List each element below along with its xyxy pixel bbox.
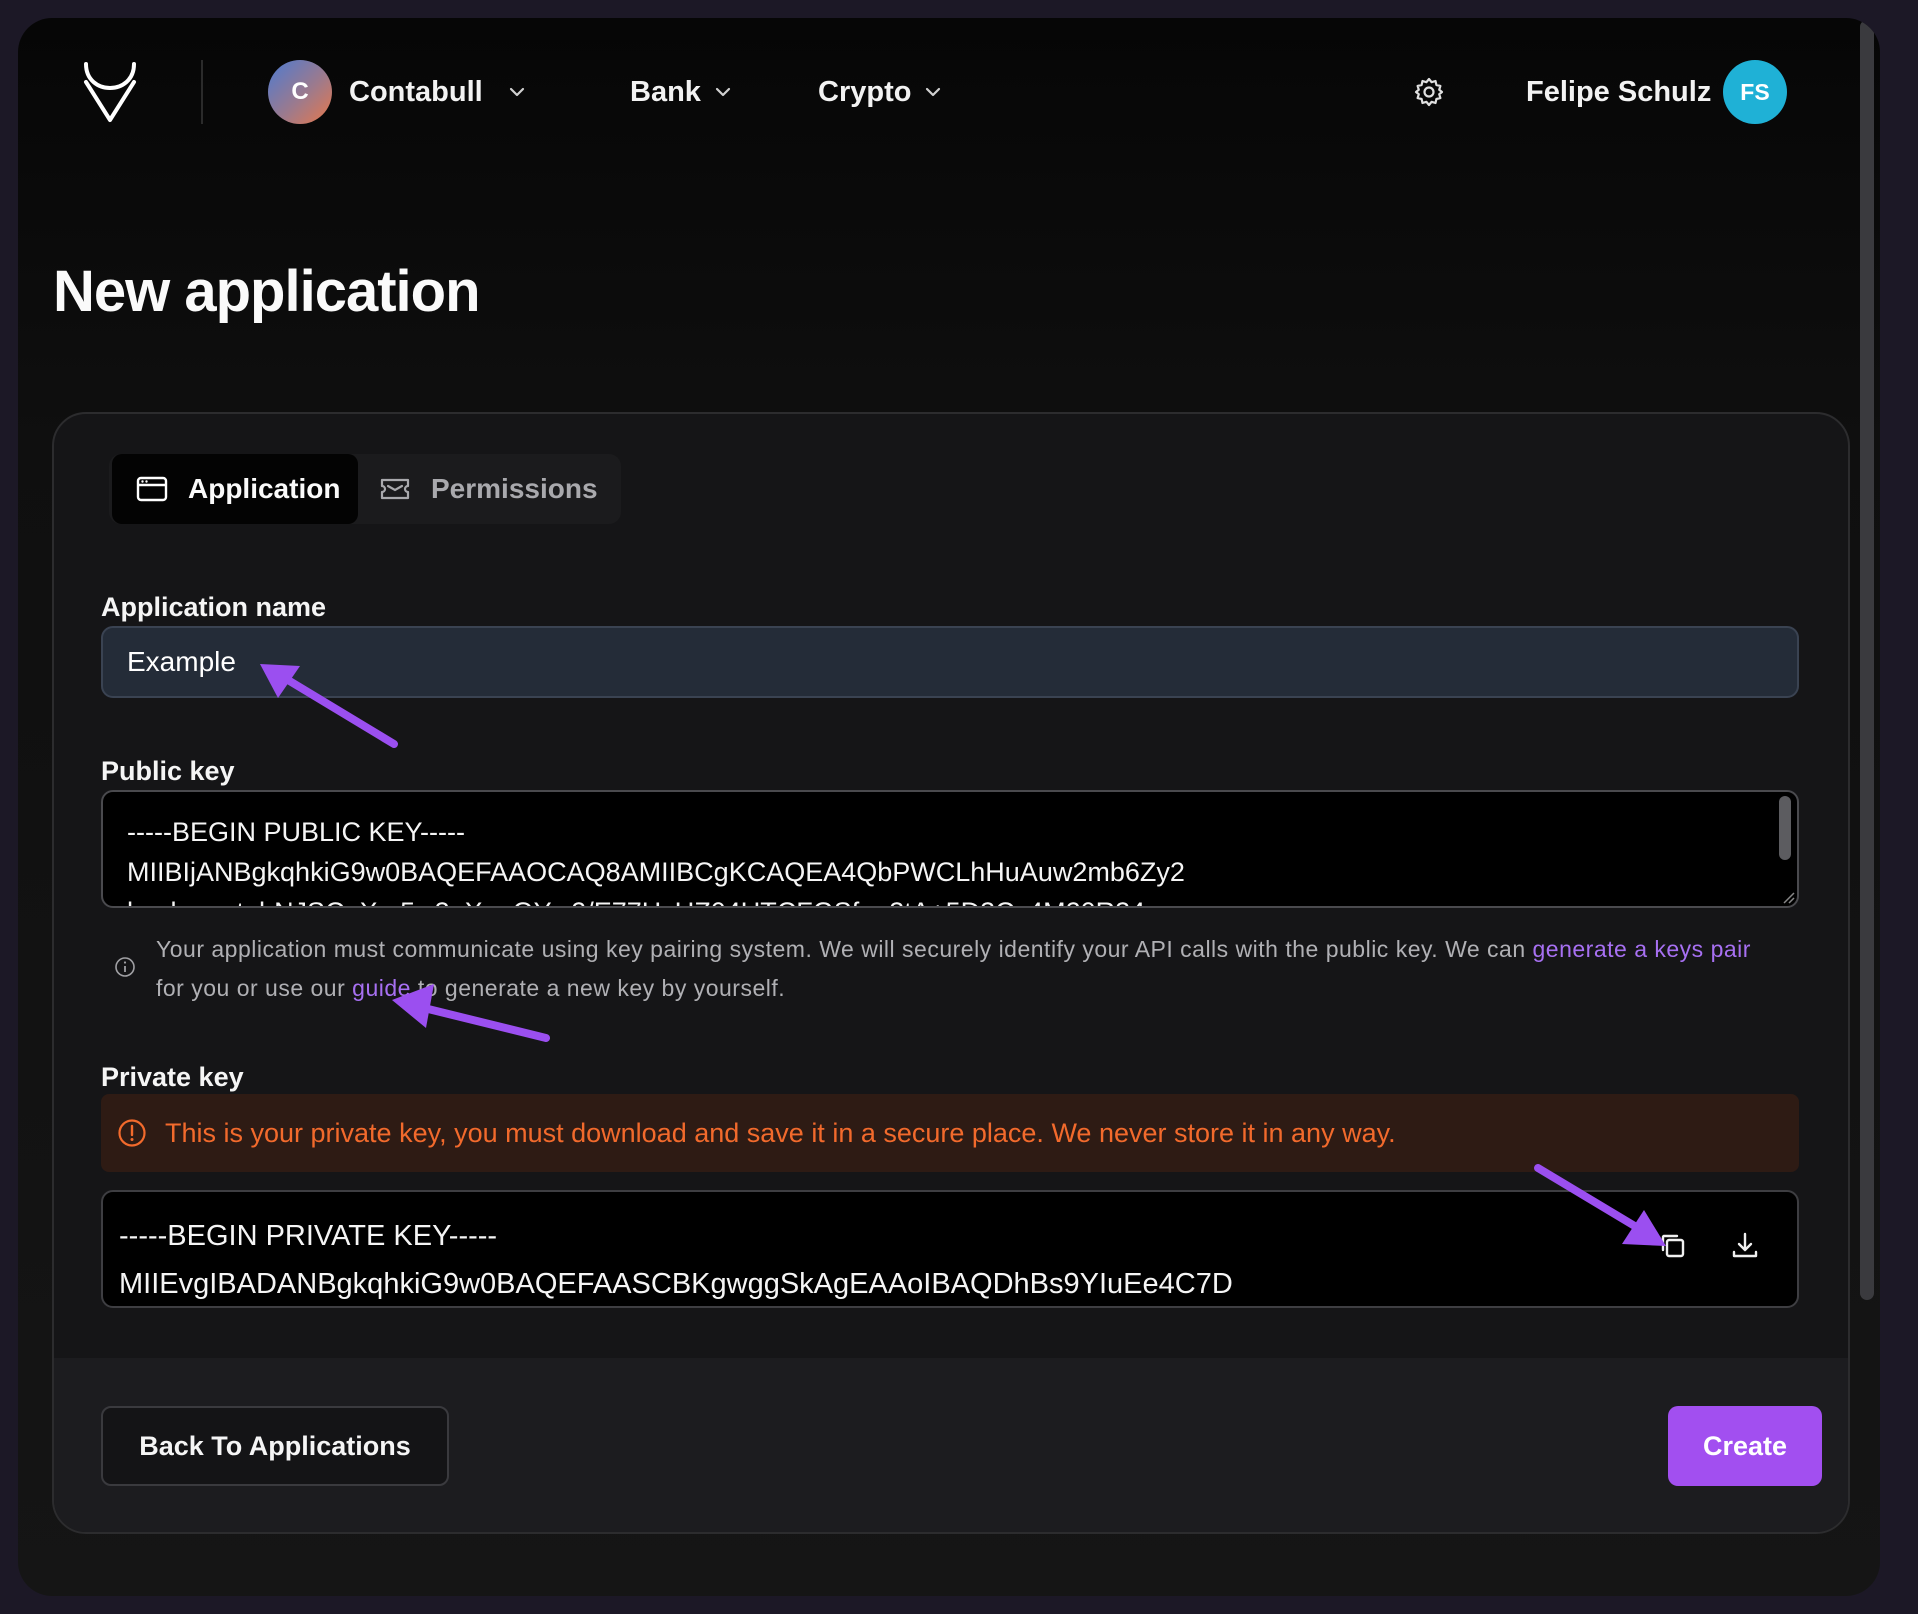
public-key-line: MIIBIjANBgkqhkiG9w0BAQEFAAOCAQ8AMIIBCgKC… [127,857,1185,887]
create-button[interactable]: Create [1668,1406,1822,1486]
back-to-applications-button[interactable]: Back To Applications [101,1406,449,1486]
private-key-line: MIIEvgIBADANBgkqhkiG9w0BAQEFAASCBKgwggSk… [119,1268,1233,1300]
user-initials: FS [1740,78,1770,105]
ticket-icon [380,478,410,500]
help-text-part: for you or use our [156,975,353,1001]
org-switcher[interactable]: Contabull [349,70,525,114]
chevron-down-icon [509,87,524,97]
resize-handle-icon[interactable] [1781,890,1795,904]
private-key-warning-text: This is your private key, you must downl… [165,1117,1396,1148]
private-key-label: Private key [101,1062,244,1092]
alert-circle-icon [118,1119,146,1147]
nav-menu-crypto-label: Crypto [818,75,912,108]
info-icon [115,957,135,977]
org-avatar-letter: C [291,78,309,105]
tab-application-label: Application [188,473,341,504]
chevron-down-icon [715,87,731,97]
annotation-arrow-icon [392,984,550,1042]
tab-bar: Application Permissions [109,454,621,524]
user-name[interactable]: Felipe Schulz [1526,70,1711,114]
annotation-arrow-icon [1534,1164,1666,1246]
top-nav: C Contabull Bank Crypto Felipe Schulz FS [18,18,1880,168]
public-key-scrollbar[interactable] [1779,796,1791,860]
app-frame: C Contabull Bank Crypto Felipe Schulz FS… [18,18,1880,1596]
user-avatar[interactable]: FS [1723,60,1787,124]
public-key-line: hwdrcmqtnhNJSCnXm5w3nXnuOYw2/E77HsUZ04UT… [127,892,1185,906]
nav-menu-crypto[interactable]: Crypto [818,70,941,114]
private-key-line: -----BEGIN PRIVATE KEY----- [119,1220,498,1252]
tab-permissions[interactable]: Permissions [379,454,598,524]
org-name: Contabull [349,75,483,108]
annotation-arrow-icon [260,664,398,748]
nav-divider [201,60,203,124]
generate-keys-pair-link[interactable]: generate a keys pair [1533,936,1751,962]
brand-logo-icon[interactable] [80,58,140,124]
form-footer: Back To Applications Create [54,1358,1848,1532]
public-key-content: -----BEGIN PUBLIC KEY----- MIIBIjANBgkqh… [127,812,1185,906]
download-icon[interactable] [1727,1228,1763,1264]
application-form-card: Application Permissions Application name… [52,412,1850,1534]
nav-menu-bank[interactable]: Bank [630,70,731,114]
window-icon [136,476,168,502]
public-key-textarea[interactable]: -----BEGIN PUBLIC KEY----- MIIBIjANBgkqh… [101,790,1799,908]
app-window: C Contabull Bank Crypto Felipe Schulz FS… [0,0,1918,1614]
page-scrollbar[interactable] [1860,20,1874,1300]
tab-permissions-label: Permissions [431,473,598,504]
page-title: New application [53,259,481,324]
application-name-label: Application name [101,592,327,622]
chevron-down-icon [926,87,941,97]
public-key-line: -----BEGIN PUBLIC KEY----- [127,817,466,847]
public-key-label: Public key [101,756,235,786]
nav-menu-bank-label: Bank [630,75,701,108]
gear-icon[interactable] [1413,76,1445,108]
org-avatar[interactable]: C [268,60,332,124]
help-text-part: Your application must communicate using … [156,936,1533,962]
private-key-content: -----BEGIN PRIVATE KEY----- MIIEvgIBADAN… [119,1212,1233,1308]
tab-application[interactable]: Application [112,454,358,524]
